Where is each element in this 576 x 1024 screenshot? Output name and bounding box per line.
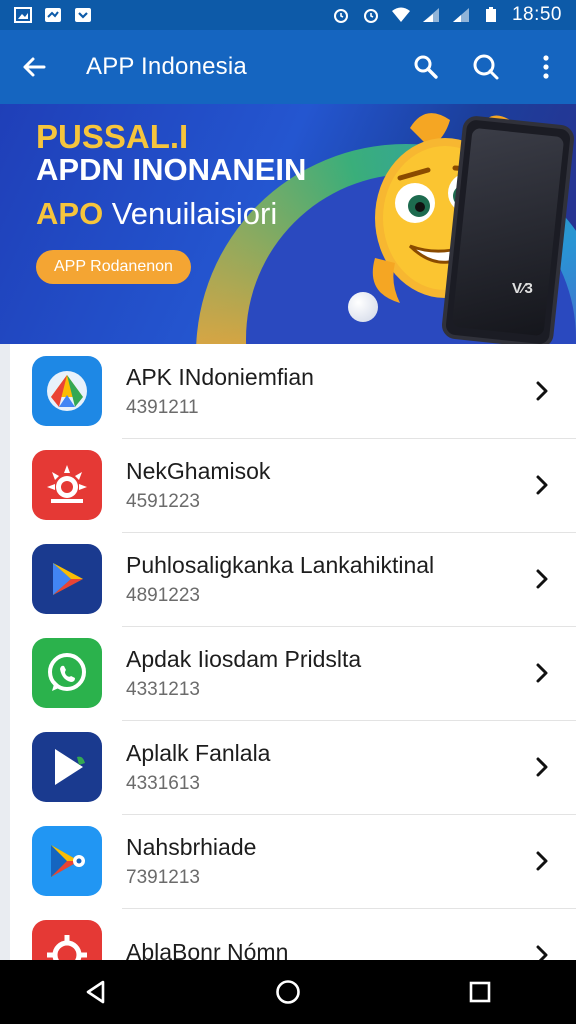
list-item[interactable]: Nahsbrhiade 7391213 [10, 814, 576, 908]
red-sun-app-icon [32, 450, 102, 520]
list-item-text: Apdak Iiosdam Pridslta 4331213 [126, 646, 522, 701]
chevron-right-icon[interactable] [522, 559, 562, 599]
list-item-title: Aplalk Fanlala [126, 739, 271, 766]
list-item[interactable]: Aplalk Fanlala 4331613 [10, 720, 576, 814]
more-vert-icon [543, 55, 549, 79]
whatsapp-app-icon [32, 638, 102, 708]
promo-banner[interactable]: PUSSAL.I APDN INONANEIN APO Venuilaisior… [0, 104, 576, 344]
red-gear-app-icon [32, 920, 102, 960]
list-item[interactable]: APK INdoniemfian 4391211 [10, 344, 576, 438]
list-item-title: NekGhamisok [126, 457, 271, 484]
blue-diamond-app-icon [32, 356, 102, 426]
home-circle-icon [276, 980, 300, 1004]
list-item-subtitle: 4331613 [126, 772, 200, 794]
list-item-title: Apdak Iiosdam Pridslta [126, 645, 362, 672]
nav-back-button[interactable] [56, 960, 136, 1024]
alarm-icon [362, 7, 380, 23]
list-item[interactable]: NekGhamisok 4591223 [10, 438, 576, 532]
chevron-right-icon[interactable] [522, 747, 562, 787]
app-bar: APP Indonesia [0, 30, 576, 104]
chevron-right-icon[interactable] [522, 935, 562, 960]
status-bar: 18:50 [0, 0, 576, 30]
status-left-icons [14, 7, 92, 23]
list-item-title: Nahsbrhiade [126, 833, 257, 860]
signal-icon [452, 7, 470, 23]
system-nav-bar [0, 960, 576, 1024]
list-item-text: Nahsbrhiade 7391213 [126, 834, 522, 889]
list-item[interactable]: AblaBonr Nómn [10, 908, 576, 960]
status-right-icons: 18:50 [332, 4, 562, 26]
list-item-text: Puhlosaligkanka Lankahiktinal 4891223 [126, 552, 522, 607]
list-item-title: Puhlosaligkanka Lankahiktinal [126, 551, 435, 578]
signal-icon [422, 7, 440, 23]
banner-line-3-rest: Venuilaisiori [103, 196, 278, 231]
list-item-subtitle: 4331213 [126, 678, 200, 700]
list-item-text: AblaBonr Nómn [126, 939, 522, 961]
page-title: APP Indonesia [86, 53, 247, 80]
search-button[interactable] [396, 30, 456, 104]
alarm-icon [332, 7, 350, 23]
play-app-icon [32, 732, 102, 802]
status-time: 18:50 [511, 4, 562, 25]
list-item[interactable]: Puhlosaligkanka Lankahiktinal 4891223 [10, 532, 576, 626]
chevron-right-icon[interactable] [522, 465, 562, 505]
phone-screen [451, 127, 565, 337]
recents-square-icon [469, 981, 491, 1003]
banner-line-3-accent: APO [36, 196, 104, 231]
banner-line-2: APDN INONANEIN [36, 152, 307, 187]
list-item-text: APK INdoniemfian 4391211 [126, 364, 522, 419]
list-item-subtitle: 7391213 [126, 866, 200, 888]
wifi-icon [391, 7, 410, 23]
more-options-button[interactable] [516, 30, 576, 104]
play-triangle-app-icon [32, 544, 102, 614]
list-item-title: AblaBonr Nómn [126, 938, 289, 961]
banner-line-1: PUSSAL.I [36, 118, 189, 155]
banner-line-3: APO Venuilaisiori [36, 196, 277, 232]
battery-icon [482, 7, 500, 23]
chevron-right-icon[interactable] [522, 841, 562, 881]
back-button[interactable] [0, 30, 68, 104]
phone-text: V⁄3 [512, 280, 533, 297]
list-item-title: APK INdoniemfian [126, 363, 314, 390]
phone-illustration [440, 114, 576, 344]
search-icon [414, 55, 438, 79]
search-button-2[interactable] [456, 30, 516, 104]
play-store-app-icon [32, 826, 102, 896]
chevron-right-icon[interactable] [522, 371, 562, 411]
list-item-subtitle: 4591223 [126, 490, 200, 512]
arrow-back-icon [23, 57, 46, 77]
list-item-subtitle: 4891223 [126, 584, 200, 606]
app-list: APK INdoniemfian 4391211 NekGhamisok 459… [0, 344, 576, 960]
image-icon [14, 7, 32, 23]
download-icon [74, 7, 92, 23]
call-missed-icon [44, 7, 62, 23]
chevron-right-icon[interactable] [522, 653, 562, 693]
nav-recents-button[interactable] [440, 960, 520, 1024]
list-item-text: Aplalk Fanlala 4331613 [126, 740, 522, 795]
list-item[interactable]: Apdak Iiosdam Pridslta 4331213 [10, 626, 576, 720]
search-icon [473, 54, 499, 80]
list-item-text: NekGhamisok 4591223 [126, 458, 522, 513]
banner-cta-button[interactable]: APP Rodanenon [36, 250, 191, 284]
list-item-subtitle: 4391211 [126, 396, 199, 418]
nav-home-button[interactable] [248, 960, 328, 1024]
back-triangle-icon [86, 980, 105, 1004]
